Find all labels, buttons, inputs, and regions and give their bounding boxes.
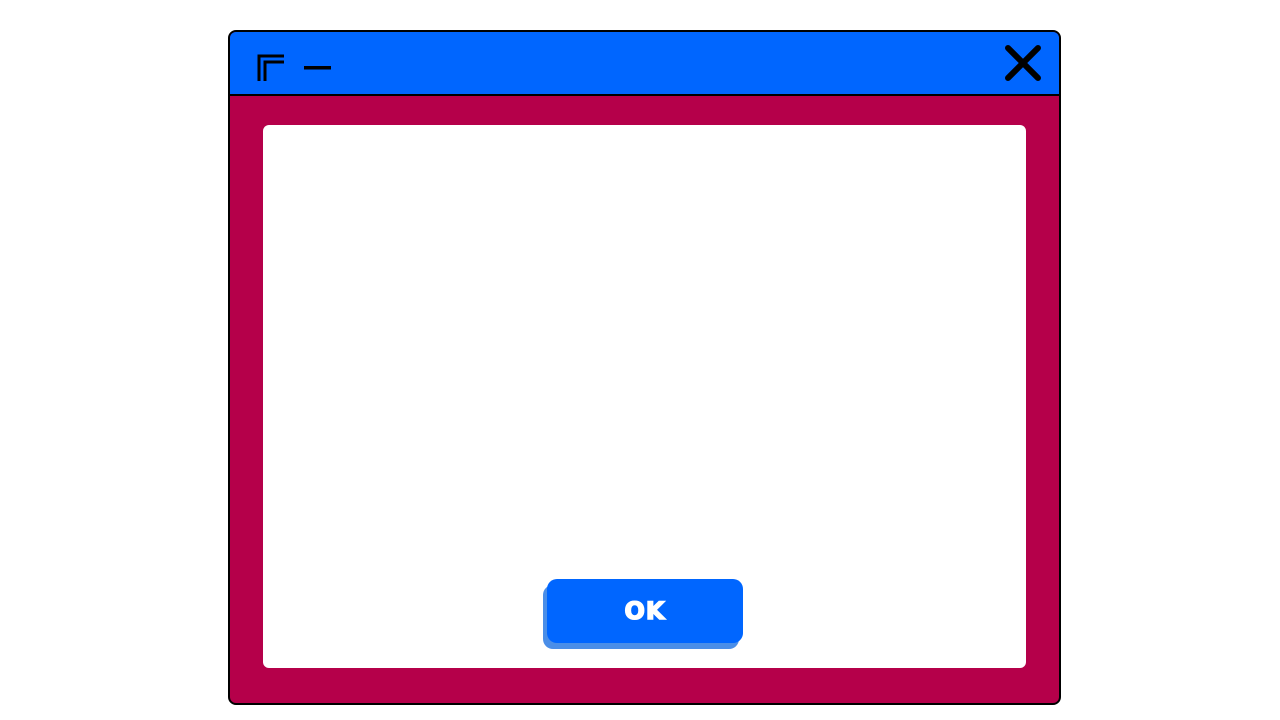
ok-button[interactable]: OK (543, 579, 743, 649)
title-bar (230, 32, 1059, 96)
dialog-window: OK (228, 30, 1061, 705)
maximize-icon[interactable] (256, 53, 286, 83)
minimize-icon[interactable] (304, 66, 332, 72)
ok-button-label: OK (624, 596, 666, 626)
close-icon[interactable] (1004, 44, 1042, 82)
ok-button-face[interactable]: OK (547, 579, 743, 643)
dialog-content: OK (263, 125, 1026, 668)
